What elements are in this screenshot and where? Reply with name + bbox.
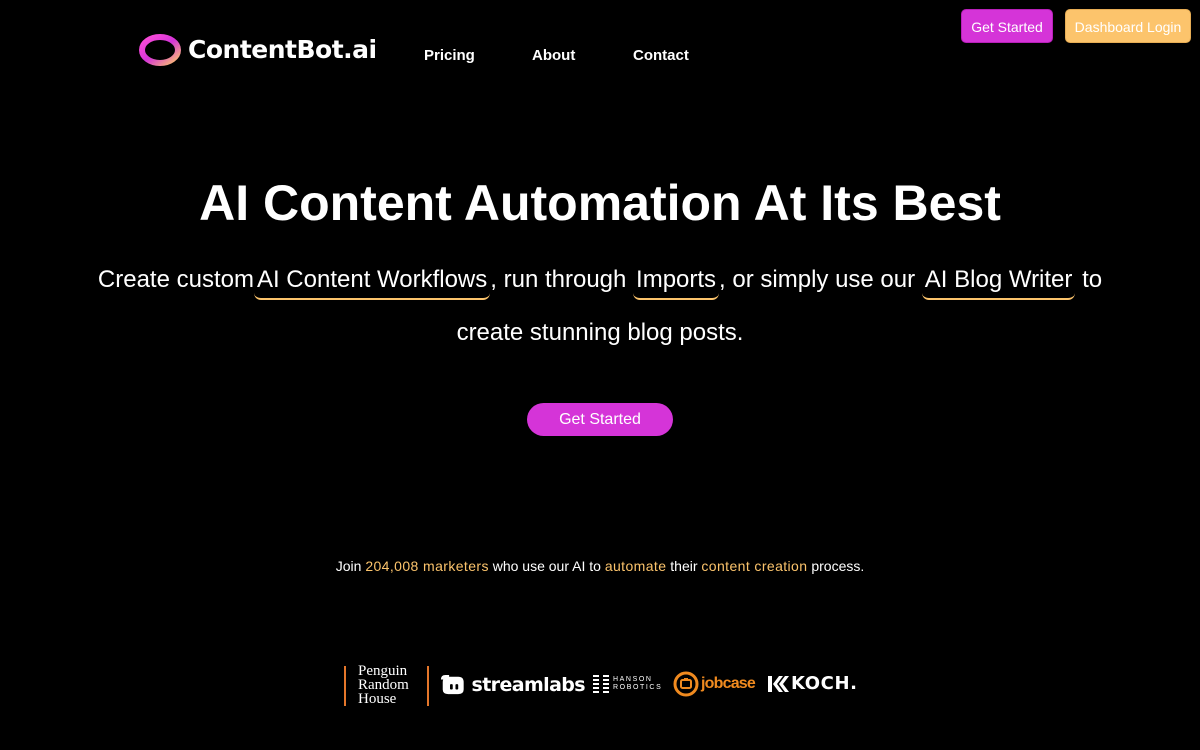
nav-pricing-link[interactable]: Pricing [424,47,475,65]
hero-sub-text-3: , or simply use our [719,266,916,293]
koch-k-icon [768,676,789,692]
streamlabs-logo-text: streamlabs [471,674,585,696]
streamlabs-mascot-icon [440,674,464,695]
streamlabs-logo: streamlabs [440,672,586,698]
penguin-logo-text: Penguin Random House [358,663,409,707]
hero-subtitle-line2: create stunning blog posts. [456,319,744,346]
koch-logo: KOCH. [768,673,860,695]
join-text: Join [335,558,362,574]
jobcase-logo-text: jobcase [701,675,756,692]
dashboard-login-button[interactable]: Dashboard Login [1065,9,1191,43]
join-mid1-text: who use our AI to [492,558,601,574]
contentbot-logo-link[interactable]: ContentBot.ai [138,33,377,67]
penguin-line3: House [358,691,397,707]
header-get-started-button[interactable]: Get Started [961,9,1053,43]
join-mid2-text: their [670,558,698,574]
penguin-line2: Random [358,677,409,693]
logo-text: ContentBot.ai [188,35,377,64]
automate-highlight: automate [604,558,667,574]
penguin-random-house-logo: Penguin Random House [344,663,430,707]
hero-sub-text-1: Create custom [97,266,254,293]
koch-logo-text: KOCH. [791,673,858,694]
hero-sub-text-4: to [1082,266,1103,293]
hanson-line2: ROBOTICS [613,684,663,691]
penguin-line1: Penguin [358,663,408,679]
hanson-stripes-icon [593,675,609,693]
jobcase-circle-icon [673,671,699,697]
penguin-left-bar [344,666,346,706]
hanson-logo-text: HANSON ROBOTICS [613,676,662,692]
marketers-count: 204,008 marketers [365,558,489,574]
ai-content-workflows-link[interactable]: AI Content Workflows [253,265,491,300]
nav-about-link[interactable]: About [532,47,575,65]
imports-link[interactable]: Imports [633,265,720,300]
hero-sub-text-2: , run through [490,266,627,293]
landing-page: ContentBot.ai Pricing About Contact Get … [0,0,1200,750]
hero-subtitle-line1: Create custom AI Content Workflows, run t… [0,263,1200,300]
penguin-right-bar [427,666,429,706]
social-proof-line: Join 204,008 marketers who use our AI to… [0,557,1200,575]
hanson-robotics-logo: HANSON ROBOTICS [593,675,663,693]
join-end-text: process. [811,558,865,574]
ai-blog-writer-link[interactable]: AI Blog Writer [921,265,1076,300]
client-logos: Penguin Random House streamlabs HANSON R… [0,660,1200,710]
hanson-line1: HANSON [613,676,653,683]
nav-contact-link[interactable]: Contact [633,47,689,65]
hero-title: AI Content Automation At Its Best [199,175,1001,231]
hero-get-started-button[interactable]: Get Started [527,403,673,436]
content-creation-highlight: content creation [701,558,808,574]
contentbot-ring-icon [139,34,181,66]
jobcase-logo: jobcase [673,670,759,698]
